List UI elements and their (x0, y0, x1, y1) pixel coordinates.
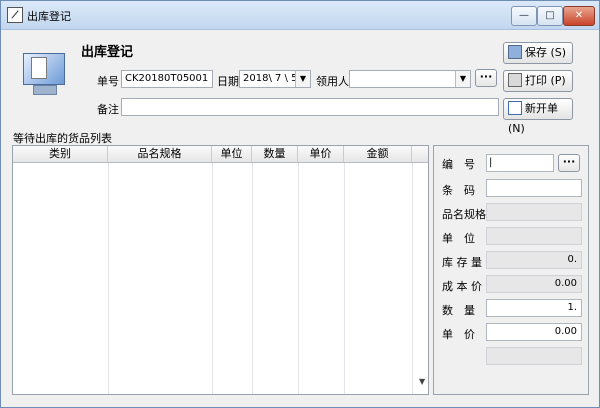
order-no-field[interactable]: CK20180T05001 (121, 70, 213, 88)
print-button-label: 打印 (P) (525, 74, 566, 87)
receiver-browse-button[interactable]: ··· (475, 69, 497, 87)
column-header-amount[interactable]: 金额 (344, 146, 412, 162)
column-divider (252, 163, 253, 394)
form-edit-icon (7, 7, 23, 23)
spec-label: 品名规格 (442, 208, 486, 221)
cost-field: 0.00 (486, 275, 582, 293)
close-button[interactable]: ✕ (563, 6, 595, 26)
table-header: 类别 品名规格 单位 数量 单价 金额 (13, 146, 428, 163)
chevron-down-icon[interactable]: ▼ (295, 71, 310, 87)
window-title: 出库登记 (27, 10, 71, 23)
cost-label: 成 本 价 (442, 280, 482, 293)
print-button[interactable]: 打印 (P) (503, 70, 573, 92)
column-header-qty[interactable]: 数量 (252, 146, 298, 162)
floppy-disk-icon (508, 45, 522, 59)
column-header-unit[interactable]: 单位 (212, 146, 252, 162)
price-field[interactable]: 0.00 (486, 323, 582, 341)
stock-label: 库 存 量 (442, 256, 482, 269)
maximize-button[interactable]: □ (537, 6, 563, 26)
unit-field (486, 227, 582, 245)
main-window: 出库登记 — □ ✕ 出库登记 单号 CK20180T05001 日期 2018… (0, 0, 600, 408)
new-order-button[interactable]: 新开单 (N) (503, 98, 573, 135)
spec-field (486, 203, 582, 221)
column-header-price[interactable]: 单价 (298, 146, 344, 162)
monitor-document-icon (23, 53, 65, 97)
printer-icon (508, 73, 522, 87)
barcode-field[interactable] (486, 179, 582, 197)
unit-label: 单 位 (442, 232, 475, 245)
column-header-category[interactable]: 类别 (13, 146, 108, 162)
qty-field[interactable]: 1. (486, 299, 582, 317)
date-label: 日期 (217, 75, 239, 88)
price-label: 单 价 (442, 328, 475, 341)
column-header-spec[interactable]: 品名规格 (108, 146, 212, 162)
new-document-icon (508, 101, 522, 115)
column-divider (412, 163, 413, 394)
list-caption: 等待出库的货品列表 (13, 132, 112, 145)
pending-goods-table[interactable]: 类别 品名规格 单位 数量 单价 金额 (12, 145, 429, 395)
remark-field[interactable] (121, 98, 499, 116)
minimize-button[interactable]: — (511, 6, 537, 26)
date-picker[interactable]: 2018\ 7 \ 5 ▼ (239, 70, 311, 88)
order-no-label: 单号 (97, 75, 119, 88)
scroll-down-icon[interactable]: ▼ (419, 377, 429, 387)
title-bar: 出库登记 — □ ✕ (1, 1, 599, 30)
qty-label: 数 量 (442, 304, 475, 317)
column-divider (212, 163, 213, 394)
remark-label: 备注 (97, 103, 119, 116)
save-button-label: 保存 (S) (525, 46, 567, 59)
code-field[interactable]: | (486, 154, 554, 172)
column-divider (108, 163, 109, 394)
receiver-select[interactable]: ▼ (349, 70, 471, 88)
code-browse-button[interactable]: ··· (558, 154, 580, 172)
stock-field: 0. (486, 251, 582, 269)
page-title: 出库登记 (81, 45, 134, 60)
date-value: 2018\ 7 \ 5 (243, 73, 298, 84)
column-divider (298, 163, 299, 394)
code-label: 编 号 (442, 158, 475, 171)
save-button[interactable]: 保存 (S) (503, 42, 573, 64)
receiver-label: 领用人 (316, 75, 349, 88)
item-detail-panel: 编 号 | ··· 条 码 品名规格 单 位 库 存 量 0. 成 本 价 0.… (433, 145, 589, 395)
column-divider (344, 163, 345, 394)
next-field-partial (486, 347, 582, 365)
barcode-label: 条 码 (442, 184, 475, 197)
chevron-down-icon[interactable]: ▼ (455, 71, 470, 87)
